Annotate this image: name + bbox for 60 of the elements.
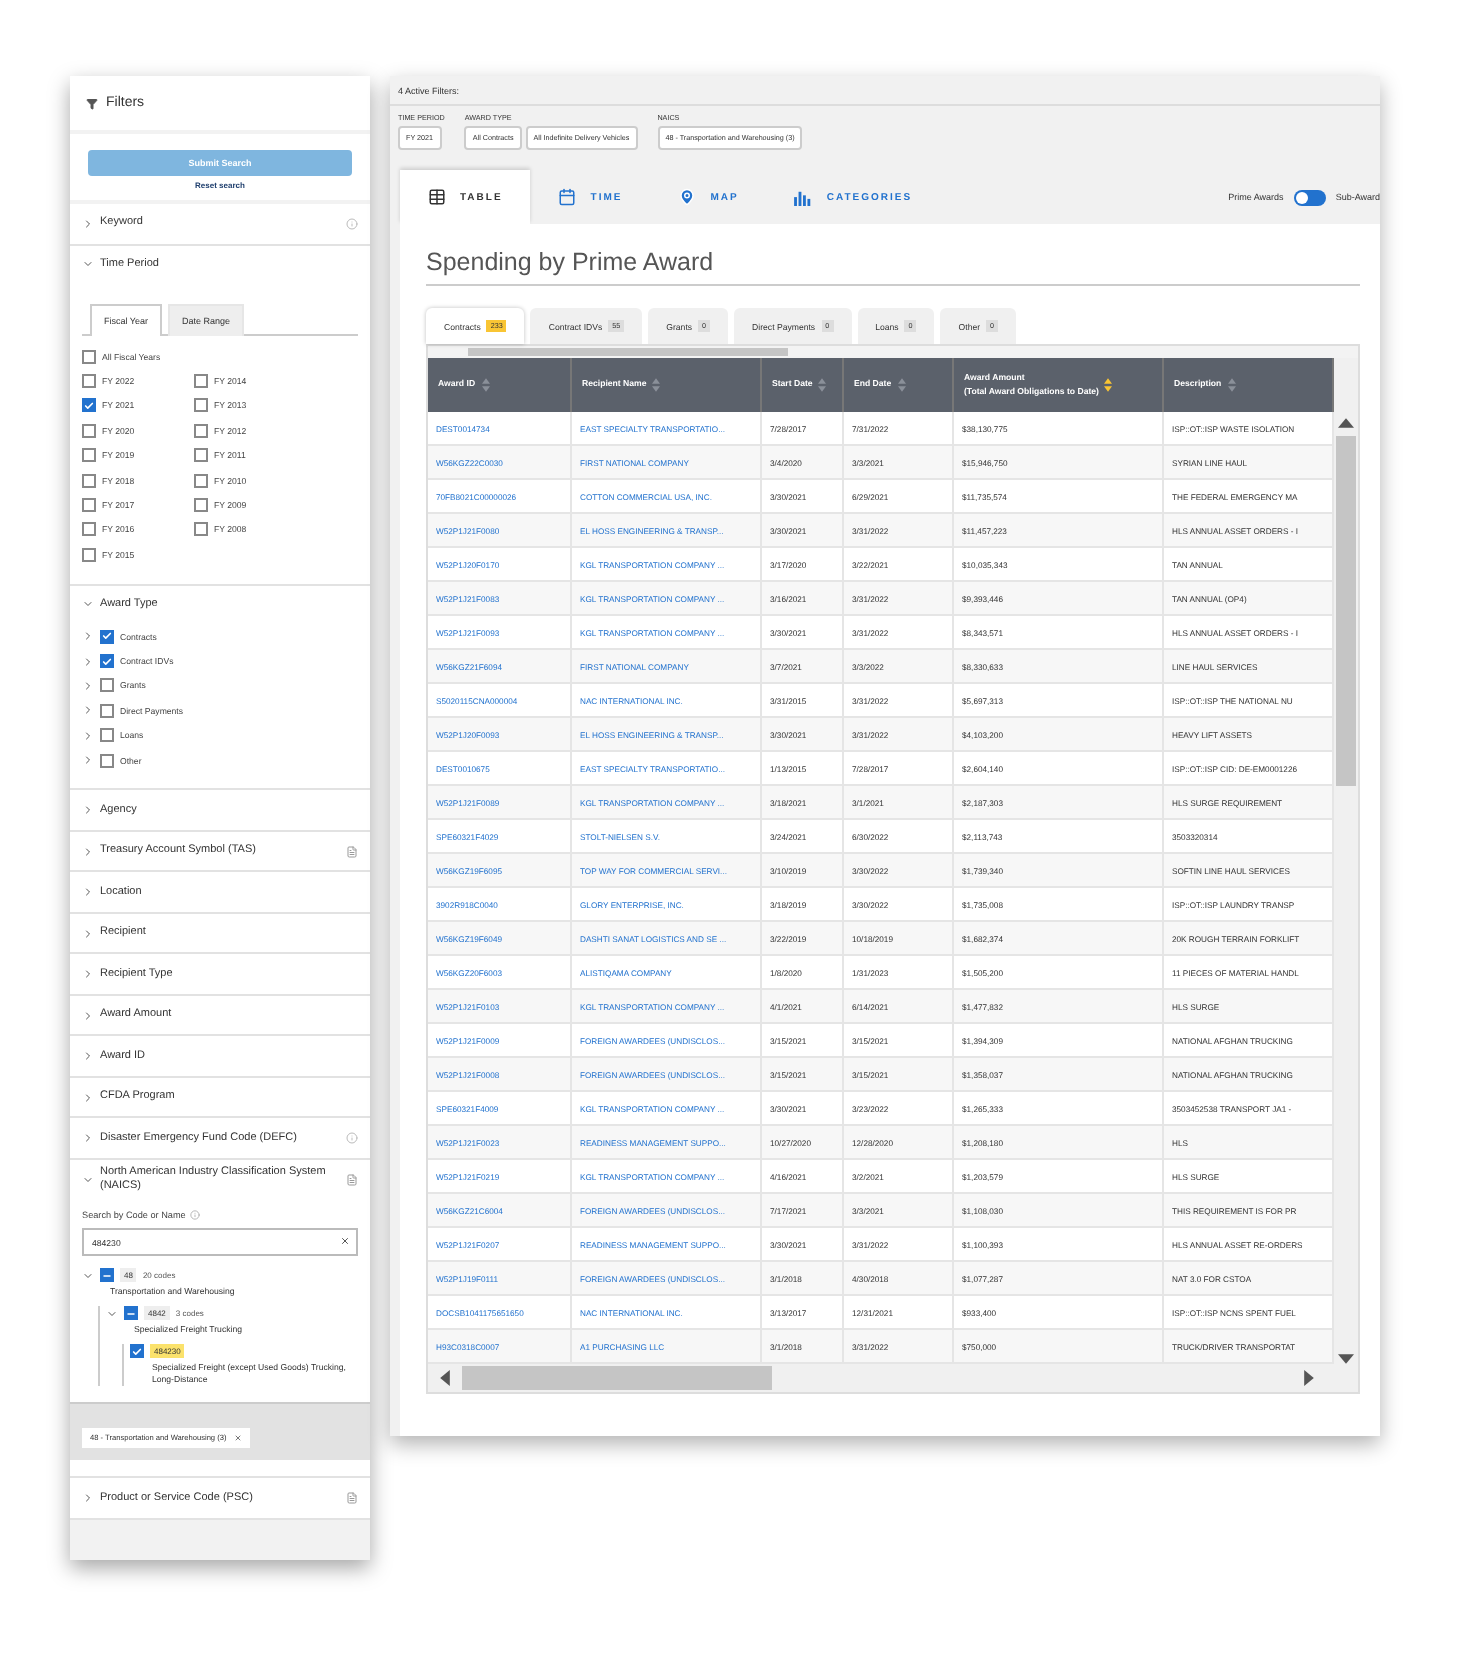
sort-icon[interactable] <box>897 378 906 392</box>
chevron-right-icon[interactable] <box>82 1492 94 1505</box>
table-icon <box>428 188 446 206</box>
chevron-right-icon[interactable] <box>82 927 94 940</box>
chevron-down-icon[interactable] <box>82 1173 94 1186</box>
checkbox[interactable] <box>194 522 208 537</box>
chevron-down-icon[interactable] <box>82 1269 94 1282</box>
checkbox[interactable] <box>100 629 114 644</box>
chevron-right-icon[interactable] <box>82 1132 94 1145</box>
checkbox[interactable] <box>82 374 96 389</box>
scrollbar-thumb[interactable] <box>1336 436 1356 786</box>
scroll-up-icon[interactable] <box>1338 418 1354 428</box>
checkbox[interactable] <box>194 374 208 389</box>
bar-chart-icon <box>794 189 813 205</box>
page-heading: Spending by Prime Award <box>426 248 1360 286</box>
checkbox[interactable] <box>82 522 96 537</box>
chevron-right-icon[interactable] <box>82 968 94 981</box>
chevron-down-icon[interactable] <box>82 258 94 271</box>
map-pin-icon <box>678 188 697 206</box>
chevron-right-icon[interactable] <box>82 1050 94 1063</box>
checkbox[interactable] <box>100 654 114 669</box>
checkbox[interactable] <box>100 753 114 768</box>
checkbox[interactable] <box>100 1268 114 1283</box>
sort-icon[interactable] <box>481 378 490 392</box>
checkbox[interactable] <box>130 1344 144 1359</box>
chevron-right-icon[interactable] <box>82 845 94 858</box>
checkbox[interactable] <box>82 473 96 488</box>
checkbox[interactable] <box>100 703 114 718</box>
checkbox[interactable] <box>82 498 96 513</box>
chevron-right-icon[interactable] <box>82 804 94 817</box>
sort-icon[interactable] <box>652 378 661 392</box>
checkbox[interactable] <box>124 1306 138 1321</box>
checkbox[interactable] <box>100 728 114 743</box>
scrollbar-thumb[interactable] <box>462 1366 772 1390</box>
checkbox[interactable] <box>194 423 208 438</box>
filter-icon <box>86 97 98 109</box>
chevron-right-icon[interactable] <box>82 217 94 230</box>
sort-icon[interactable] <box>1104 378 1113 392</box>
chevron-right-icon[interactable] <box>82 886 94 899</box>
checkbox[interactable] <box>82 547 96 562</box>
chevron-right-icon[interactable] <box>82 1091 94 1104</box>
scroll-right-icon[interactable] <box>1304 1370 1314 1386</box>
chevron-down-icon[interactable] <box>82 598 94 611</box>
award-toggle[interactable] <box>1293 189 1326 205</box>
checkbox[interactable] <box>82 349 96 364</box>
checkbox[interactable] <box>194 448 208 463</box>
checkbox[interactable] <box>100 678 114 693</box>
checkbox[interactable] <box>82 448 96 463</box>
checkbox[interactable] <box>82 398 96 413</box>
sort-icon[interactable] <box>1227 378 1236 392</box>
checkbox[interactable] <box>194 498 208 513</box>
chevron-right-icon[interactable] <box>82 1009 94 1022</box>
sort-icon[interactable] <box>818 378 827 392</box>
scroll-left-icon[interactable] <box>440 1370 450 1386</box>
checkbox[interactable] <box>82 423 96 438</box>
scrollbar-thumb[interactable] <box>468 348 788 356</box>
checkbox[interactable] <box>194 398 208 413</box>
checkbox[interactable] <box>194 473 208 488</box>
chevron-down-icon[interactable] <box>106 1307 118 1320</box>
calendar-icon <box>558 188 577 206</box>
